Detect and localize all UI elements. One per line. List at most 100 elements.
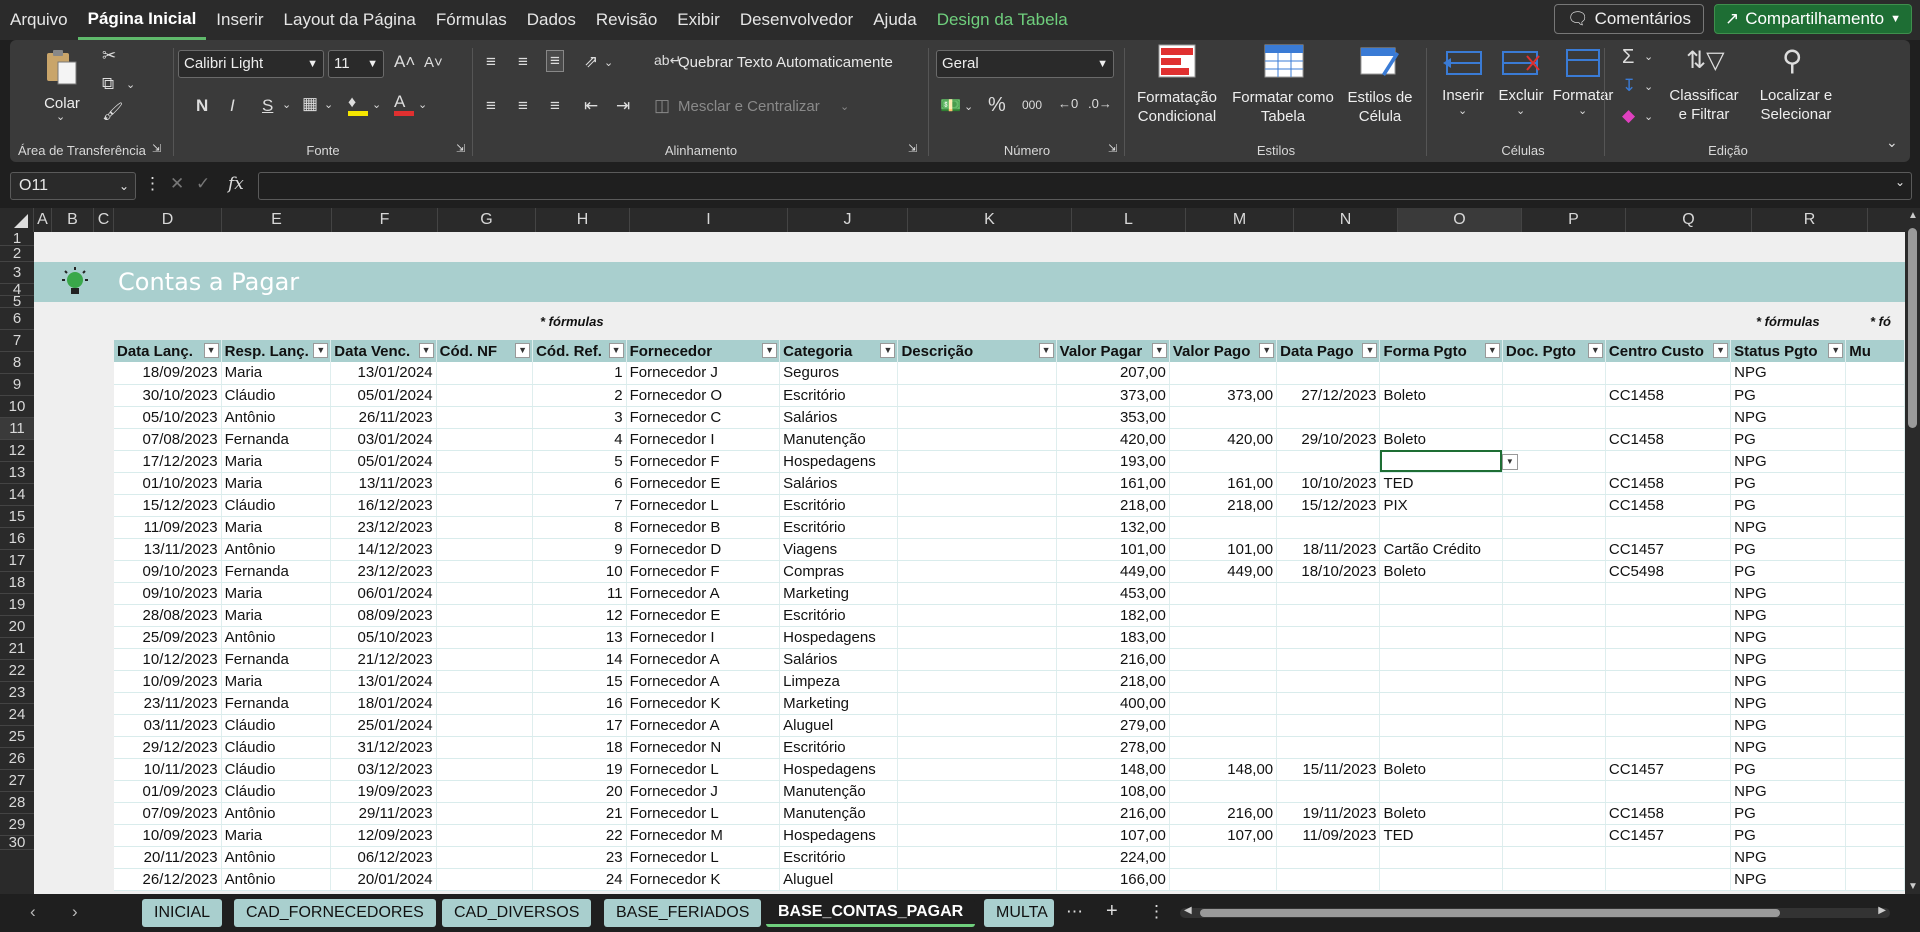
table-cell[interactable] <box>436 538 534 561</box>
menu-pagina-inicial[interactable]: Página Inicial <box>77 0 207 40</box>
merge-center-button[interactable]: Mesclar e Centralizar <box>678 98 820 115</box>
table-cell[interactable]: 20 <box>532 780 627 803</box>
table-cell[interactable]: Limpeza <box>779 670 899 693</box>
table-cell[interactable]: 218,00 <box>1056 494 1170 517</box>
filter-dropdown-icon[interactable]: ▼ <box>608 343 624 358</box>
column-header[interactable]: P <box>1522 208 1626 232</box>
table-cell[interactable]: 05/01/2024 <box>330 450 437 473</box>
options-icon[interactable]: ⋮ <box>1148 902 1165 922</box>
table-cell[interactable]: Seguros <box>779 362 899 385</box>
table-cell[interactable]: 2 <box>532 384 627 407</box>
filter-dropdown-icon[interactable]: ▼ <box>1713 343 1729 358</box>
chevron-down-icon[interactable]: ⌄ <box>126 78 135 91</box>
table-cell[interactable] <box>1605 868 1732 891</box>
table-cell[interactable]: 108,00 <box>1056 780 1170 803</box>
table-cell[interactable] <box>1845 780 1905 803</box>
column-header[interactable]: K <box>908 208 1072 232</box>
menu-design-tabela[interactable]: Design da Tabela <box>927 0 1078 40</box>
table-cell[interactable]: Maria <box>221 472 332 495</box>
increase-font-icon[interactable]: A˄ <box>394 52 415 72</box>
table-cell[interactable]: 18 <box>532 736 627 759</box>
row-header[interactable]: 8 <box>0 352 34 374</box>
table-cell[interactable] <box>436 714 534 737</box>
table-cell[interactable] <box>1845 450 1905 473</box>
table-cell[interactable]: Fernanda <box>221 428 332 451</box>
table-cell[interactable]: 13/11/2023 <box>114 538 222 561</box>
table-cell[interactable] <box>1169 362 1278 385</box>
table-cell[interactable] <box>1276 780 1381 803</box>
table-cell[interactable] <box>897 714 1057 737</box>
formula-input[interactable]: ⌄ <box>258 172 1912 200</box>
table-cell[interactable] <box>1605 362 1732 385</box>
table-cell[interactable] <box>1845 472 1905 495</box>
table-cell[interactable] <box>1379 714 1503 737</box>
table-cell[interactable] <box>1605 582 1732 605</box>
table-cell[interactable]: Manutenção <box>779 802 899 825</box>
table-header-cell[interactable]: Categoria ▼ <box>779 340 899 362</box>
table-cell[interactable] <box>897 604 1057 627</box>
table-cell[interactable] <box>1845 626 1905 649</box>
table-cell[interactable]: TED <box>1379 824 1503 847</box>
table-cell[interactable]: Fornecedor A <box>626 648 781 671</box>
table-cell[interactable]: 21/12/2023 <box>330 648 437 671</box>
cell-styles-button[interactable]: Estilos de Célula <box>1340 44 1420 134</box>
fill-icon[interactable]: ↧ <box>1622 76 1636 96</box>
table-cell[interactable] <box>1502 538 1606 561</box>
row-header[interactable]: 7 <box>0 330 34 352</box>
table-cell[interactable] <box>1845 736 1905 759</box>
table-cell[interactable] <box>1379 846 1503 869</box>
table-cell[interactable] <box>436 362 534 385</box>
table-cell[interactable]: 06/01/2024 <box>330 582 437 605</box>
table-cell[interactable]: 10/10/2023 <box>1276 472 1381 495</box>
table-cell[interactable]: 353,00 <box>1056 406 1170 429</box>
table-cell[interactable]: 18/09/2023 <box>114 362 222 385</box>
table-cell[interactable] <box>1502 560 1606 583</box>
table-cell[interactable]: NPG <box>1730 714 1847 737</box>
comments-button[interactable]: 🗨 Comentários <box>1553 4 1704 34</box>
table-cell[interactable]: 29/11/2023 <box>330 802 437 825</box>
table-cell[interactable] <box>1845 846 1905 869</box>
table-cell[interactable]: Fornecedor C <box>626 406 781 429</box>
table-cell[interactable]: 18/01/2024 <box>330 692 437 715</box>
table-cell[interactable]: 9 <box>532 538 627 561</box>
table-cell[interactable]: 218,00 <box>1169 494 1278 517</box>
table-cell[interactable] <box>897 780 1057 803</box>
table-cell[interactable] <box>897 516 1057 539</box>
table-cell[interactable]: 23 <box>532 846 627 869</box>
vertical-scrollbar[interactable]: ▲ ▼ <box>1905 208 1920 894</box>
tab-inicial[interactable]: INICIAL <box>142 899 223 927</box>
table-cell[interactable] <box>1379 736 1503 759</box>
chevron-down-icon[interactable]: ⌄ <box>964 100 973 113</box>
table-cell[interactable] <box>1605 846 1732 869</box>
table-header-cell[interactable]: Data Lanç. ▼ <box>114 340 222 362</box>
table-cell[interactable]: 26/11/2023 <box>330 406 437 429</box>
table-cell[interactable] <box>1502 736 1606 759</box>
table-cell[interactable]: PG <box>1730 560 1847 583</box>
table-cell[interactable]: Fernanda <box>221 692 332 715</box>
scroll-thumb[interactable] <box>1200 909 1780 917</box>
row-header[interactable]: 21 <box>0 638 34 660</box>
table-cell[interactable]: CC1458 <box>1605 428 1732 451</box>
table-cell[interactable]: Compras <box>779 560 899 583</box>
table-cell[interactable]: 161,00 <box>1056 472 1170 495</box>
column-header[interactable]: Q <box>1626 208 1752 232</box>
table-header-cell[interactable]: Forma Pgto ▼ <box>1379 340 1503 362</box>
autosum-icon[interactable]: Σ <box>1622 46 1634 69</box>
column-header[interactable]: B <box>52 208 94 232</box>
table-cell[interactable] <box>897 626 1057 649</box>
table-cell[interactable] <box>897 868 1057 891</box>
table-cell[interactable]: Cláudio <box>221 384 332 407</box>
table-cell[interactable]: NPG <box>1730 648 1847 671</box>
table-cell[interactable] <box>1379 648 1503 671</box>
table-cell[interactable]: 183,00 <box>1056 626 1170 649</box>
table-cell[interactable] <box>1379 362 1503 385</box>
table-cell[interactable]: 373,00 <box>1169 384 1278 407</box>
font-name-select[interactable]: Calibri Light ▼ <box>178 50 324 78</box>
table-cell[interactable]: Manutenção <box>779 428 899 451</box>
row-header[interactable]: 23 <box>0 682 34 704</box>
table-cell[interactable] <box>436 472 534 495</box>
table-cell[interactable] <box>897 472 1057 495</box>
table-cell[interactable] <box>1169 714 1278 737</box>
table-cell[interactable]: 09/10/2023 <box>114 582 222 605</box>
table-cell[interactable]: 224,00 <box>1056 846 1170 869</box>
